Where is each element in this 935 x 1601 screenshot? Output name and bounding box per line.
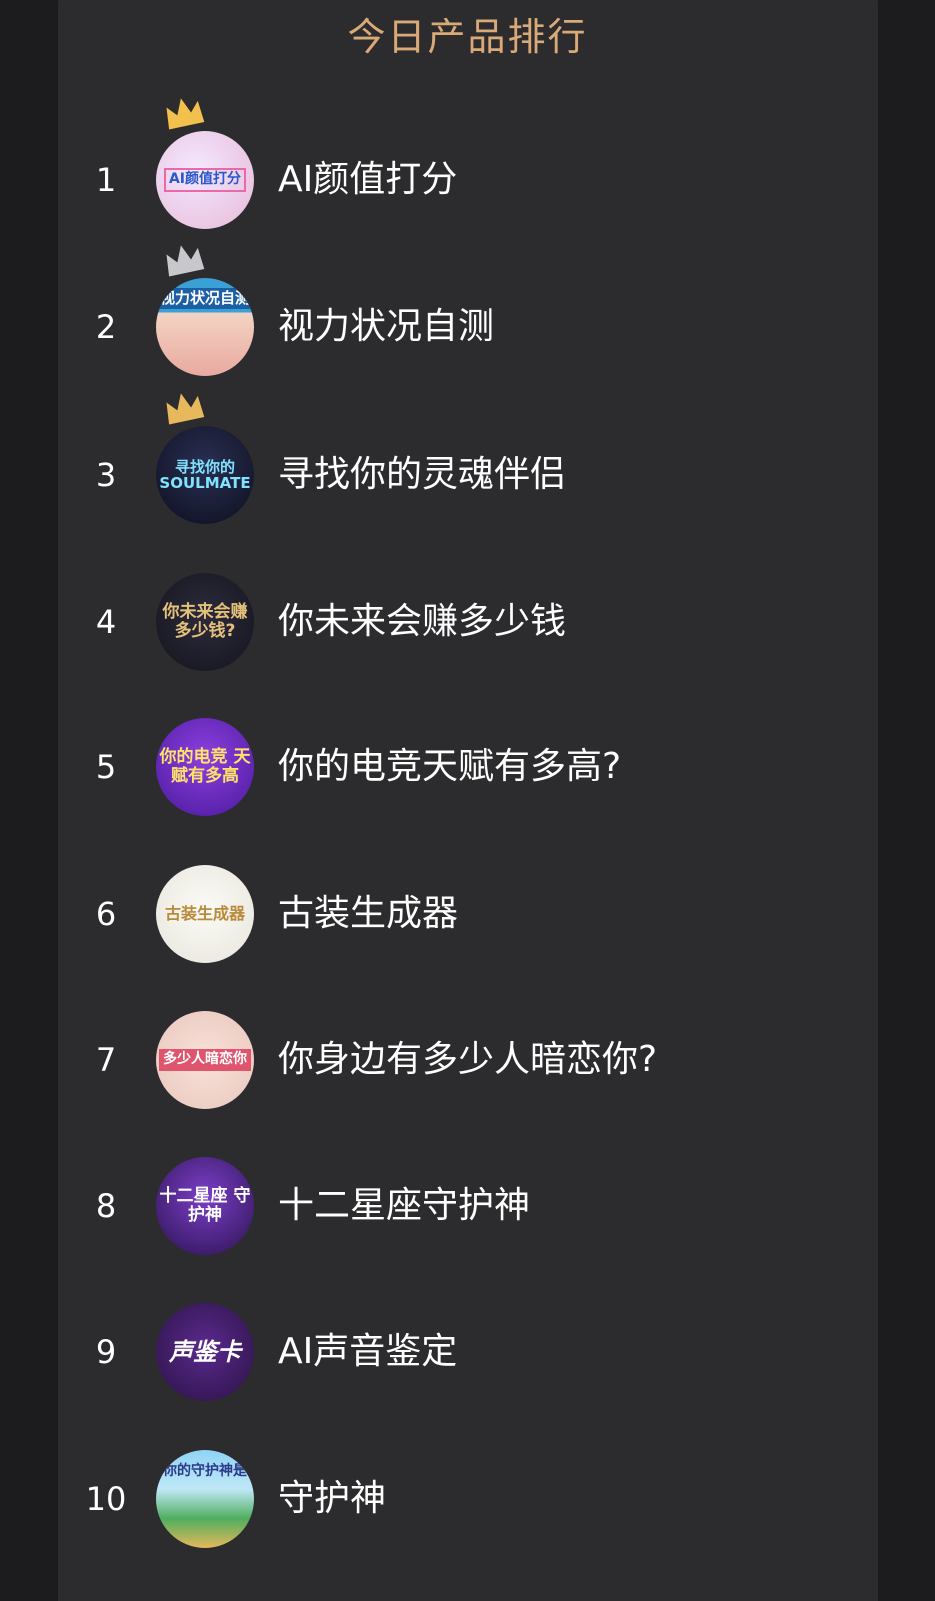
rank-number: 2 <box>95 308 117 346</box>
page-title: 今日产品排行 <box>347 15 588 59</box>
product-name[interactable]: 寻找你的灵魂伴侣 <box>278 425 566 525</box>
product-name[interactable]: 你未来会赚多少钱 <box>278 572 566 672</box>
thumbnail-text: 你未来会赚 多少钱? <box>162 602 248 641</box>
product-thumbnail[interactable]: 寻找你的 SOULMATE <box>156 426 254 524</box>
product-name[interactable]: 你的电竞天赋有多高? <box>278 717 621 817</box>
product-name[interactable]: 你身边有多少人暗恋你? <box>278 1010 657 1110</box>
product-thumbnail[interactable]: AI颜值打分 <box>156 131 254 229</box>
product-thumbnail[interactable]: 声鉴卡 <box>156 1303 254 1401</box>
rank-number: 4 <box>95 603 117 641</box>
thumbnail-text: 视力状况自测 <box>156 288 254 309</box>
product-name[interactable]: 视力状况自测 <box>278 277 494 377</box>
ranking-row[interactable]: 9 声鉴卡 AI声音鉴定 <box>58 1302 878 1402</box>
thumbnail-text: 你的电竞 天赋有多高 <box>159 747 251 786</box>
rank-number: 6 <box>95 895 117 933</box>
thumbnail-text: 寻找你的 SOULMATE <box>159 457 251 492</box>
rank-number: 5 <box>95 748 117 786</box>
ranking-row[interactable]: 6 古装生成器 古装生成器 <box>58 864 878 964</box>
thumbnail-text: 声鉴卡 <box>169 1337 241 1366</box>
ranking-row[interactable]: 5 你的电竞 天赋有多高 你的电竞天赋有多高? <box>58 717 878 817</box>
ranking-row[interactable]: 1 AI颜值打分 AI颜值打分 <box>58 98 878 230</box>
rank-number: 3 <box>95 456 117 494</box>
rank-number: 10 <box>85 1480 127 1518</box>
thumbnail-text: 古装生成器 <box>164 904 245 924</box>
product-thumbnail[interactable]: 你的守护神是 <box>156 1450 254 1548</box>
thumbnail-text: 你的守护神是 <box>163 1463 247 1479</box>
ranking-row[interactable]: 8 十二星座 守护神 十二星座守护神 <box>58 1156 878 1256</box>
ranking-row[interactable]: 2 视力状况自测 视力状况自测 <box>58 245 878 377</box>
product-thumbnail[interactable]: 十二星座 守护神 <box>156 1157 254 1255</box>
ranking-row[interactable]: 10 你的守护神是 守护神 <box>58 1449 878 1549</box>
rank-number: 9 <box>95 1333 117 1371</box>
rank-number: 1 <box>95 161 117 199</box>
thumbnail-text: 多少人暗恋你 <box>159 1049 251 1071</box>
thumbnail-text: AI颜值打分 <box>163 168 247 192</box>
product-name[interactable]: AI声音鉴定 <box>278 1302 457 1402</box>
product-name[interactable]: 守护神 <box>278 1449 386 1549</box>
ranking-row[interactable]: 4 你未来会赚 多少钱? 你未来会赚多少钱 <box>58 572 878 672</box>
product-name[interactable]: AI颜值打分 <box>278 130 457 230</box>
product-thumbnail[interactable]: 你的电竞 天赋有多高 <box>156 718 254 816</box>
product-name[interactable]: 古装生成器 <box>278 864 458 964</box>
rank-number: 8 <box>95 1187 117 1225</box>
ranking-row[interactable]: 3 寻找你的 SOULMATE 寻找你的灵魂伴侣 <box>58 393 878 525</box>
product-thumbnail[interactable]: 视力状况自测 <box>156 278 254 376</box>
product-thumbnail[interactable]: 你未来会赚 多少钱? <box>156 573 254 671</box>
ranking-row[interactable]: 7 多少人暗恋你 你身边有多少人暗恋你? <box>58 1010 878 1110</box>
product-name[interactable]: 十二星座守护神 <box>278 1156 530 1256</box>
product-thumbnail[interactable]: 多少人暗恋你 <box>156 1011 254 1109</box>
product-thumbnail[interactable]: 古装生成器 <box>156 865 254 963</box>
thumbnail-text: 十二星座 守护神 <box>159 1186 251 1225</box>
rank-number: 7 <box>95 1041 117 1079</box>
